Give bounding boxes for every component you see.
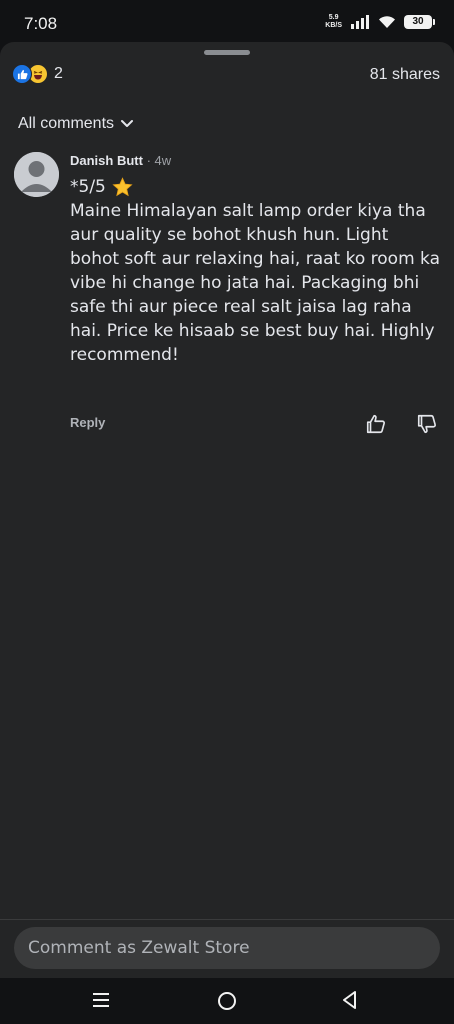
comment-filter-dropdown[interactable]: All comments <box>18 115 134 133</box>
drag-handle[interactable] <box>204 50 250 55</box>
status-time: 7:08 <box>24 14 58 33</box>
reaction-count: 2 <box>54 65 63 82</box>
thumbs-up-icon[interactable] <box>365 413 387 439</box>
chevron-down-icon <box>121 120 134 127</box>
comment-actions: Reply <box>70 413 442 437</box>
star-icon <box>112 176 133 196</box>
thumbs-down-icon[interactable] <box>416 413 438 439</box>
home-icon[interactable] <box>216 990 238 1016</box>
comments-sheet: 2 81 shares All comments Danish Butt · 4… <box>0 42 454 978</box>
shares-count[interactable]: 81 shares <box>370 66 440 84</box>
rating-text: *5/5 <box>70 177 106 197</box>
avatar[interactable] <box>14 152 59 197</box>
composer-divider <box>0 919 454 920</box>
comment-separator: · <box>146 153 155 168</box>
comment-author[interactable]: Danish Butt <box>70 153 143 168</box>
default-avatar-icon <box>14 152 59 197</box>
like-icon <box>12 64 32 84</box>
comment-input[interactable] <box>14 927 440 969</box>
menu-icon[interactable] <box>91 990 111 1014</box>
wifi-icon <box>379 16 395 28</box>
status-bar: 7:08 5.9 KB/S 30 <box>0 0 454 44</box>
back-icon[interactable] <box>340 990 360 1014</box>
network-speed: 5.9 KB/S <box>325 14 342 30</box>
reactions-summary[interactable]: 2 <box>12 64 63 84</box>
reply-button[interactable]: Reply <box>70 415 105 430</box>
comment-time: 4w <box>154 153 172 168</box>
comment-rating: *5/5 <box>70 176 442 198</box>
network-speed-unit: KB/S <box>325 22 342 29</box>
network-speed-value: 5.9 <box>328 14 339 21</box>
comment-filter-label: All comments <box>18 115 115 132</box>
signal-icon <box>351 15 369 29</box>
comment-text: Maine Himalayan salt lamp order kiya tha… <box>70 201 441 365</box>
comment-body: Danish Butt · 4w *5/5 Maine Himalayan sa… <box>70 152 442 367</box>
battery-indicator: 30 <box>404 15 435 29</box>
system-nav-bar <box>0 978 454 1024</box>
comment-header: Danish Butt · 4w <box>70 152 442 170</box>
status-indicators: 5.9 KB/S 30 <box>325 14 435 30</box>
